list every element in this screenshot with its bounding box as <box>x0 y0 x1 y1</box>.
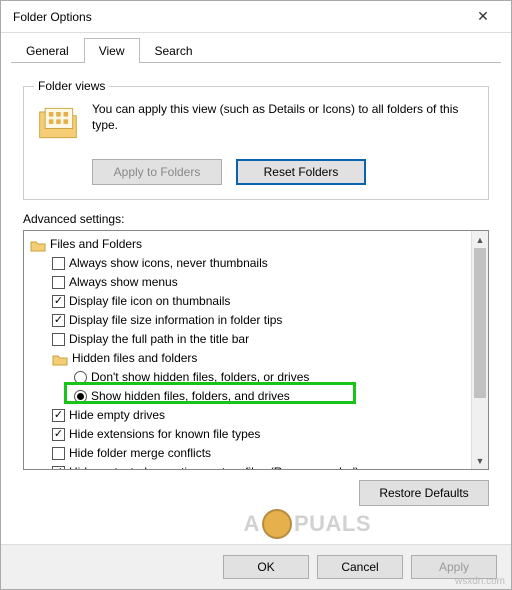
folder-views-legend: Folder views <box>34 79 109 93</box>
scroll-down-button[interactable]: ▼ <box>472 452 488 469</box>
restore-defaults-label: Restore Defaults <box>379 486 468 500</box>
tree-item[interactable]: ✓ Hide protected operating system files … <box>30 463 469 469</box>
tree-item[interactable]: Hide folder merge conflicts <box>30 444 469 463</box>
checkbox[interactable] <box>52 333 65 346</box>
apply-label: Apply <box>439 560 469 574</box>
tree-item-label: Display the full path in the title bar <box>69 330 249 349</box>
advanced-settings-tree[interactable]: Files and Folders Always show icons, nev… <box>24 231 471 469</box>
apply-to-folders-button: Apply to Folders <box>92 159 222 185</box>
checkbox[interactable] <box>52 257 65 270</box>
advanced-settings-box: Files and Folders Always show icons, nev… <box>23 230 489 470</box>
tree-item-label: Display file icon on thumbnails <box>69 292 230 311</box>
tree-root: Files and Folders <box>30 235 469 254</box>
tree-item[interactable]: ✓ Display file size information in folde… <box>30 311 469 330</box>
reset-folders-label: Reset Folders <box>264 165 339 179</box>
titlebar: Folder Options ✕ <box>1 1 511 33</box>
radio[interactable] <box>74 371 87 384</box>
tree-group-hidden: Hidden files and folders <box>30 349 469 368</box>
apply-to-folders-label: Apply to Folders <box>114 165 201 179</box>
close-icon: ✕ <box>477 8 489 25</box>
folder-icon <box>52 352 68 366</box>
folder-icon <box>30 238 46 252</box>
tab-content: Folder views You can apply this view (su… <box>1 63 511 516</box>
window-title: Folder Options <box>13 10 463 24</box>
tree-item[interactable]: Always show menus <box>30 273 469 292</box>
tree-item[interactable]: Display the full path in the title bar <box>30 330 469 349</box>
scroll-track[interactable] <box>472 248 488 452</box>
tree-item-label: Always show menus <box>69 273 178 292</box>
radio-option-show-hidden[interactable]: Show hidden files, folders, and drives <box>30 387 469 406</box>
folder-views-icon <box>34 99 82 147</box>
tab-search[interactable]: Search <box>140 38 208 63</box>
tree-item[interactable]: ✓ Display file icon on thumbnails <box>30 292 469 311</box>
tree-item[interactable]: Always show icons, never thumbnails <box>30 254 469 273</box>
folder-views-description: You can apply this view (such as Details… <box>92 99 478 147</box>
checkbox[interactable]: ✓ <box>52 466 65 469</box>
tree-item-label: Hide empty drives <box>69 406 165 425</box>
reset-folders-button[interactable]: Reset Folders <box>236 159 366 185</box>
tree-item-label: Hide extensions for known file types <box>69 425 260 444</box>
folder-options-dialog: Folder Options ✕ General View Search Fol… <box>0 0 512 590</box>
scroll-up-button[interactable]: ▲ <box>472 231 488 248</box>
cancel-button[interactable]: Cancel <box>317 555 403 579</box>
tree-item-label: Hide protected operating system files (R… <box>69 463 359 469</box>
tab-general-label: General <box>26 44 69 58</box>
tree-item[interactable]: ✓ Hide extensions for known file types <box>30 425 469 444</box>
radio-option-dont-show[interactable]: Don't show hidden files, folders, or dri… <box>30 368 469 387</box>
scrollbar[interactable]: ▲ ▼ <box>471 231 488 469</box>
tree-item-label: Always show icons, never thumbnails <box>69 254 268 273</box>
ok-button[interactable]: OK <box>223 555 309 579</box>
tree-item-label: Hide folder merge conflicts <box>69 444 211 463</box>
apply-button: Apply <box>411 555 497 579</box>
checkbox[interactable]: ✓ <box>52 428 65 441</box>
checkbox[interactable] <box>52 276 65 289</box>
radio-label: Show hidden files, folders, and drives <box>91 387 290 406</box>
checkbox[interactable] <box>52 447 65 460</box>
radio-label: Don't show hidden files, folders, or dri… <box>91 368 309 387</box>
tab-view[interactable]: View <box>84 38 140 63</box>
advanced-settings-label: Advanced settings: <box>23 212 489 226</box>
checkbox[interactable]: ✓ <box>52 314 65 327</box>
tab-general[interactable]: General <box>11 38 84 63</box>
tabstrip: General View Search <box>1 33 511 63</box>
tab-search-label: Search <box>155 44 193 58</box>
tab-view-label: View <box>99 44 125 58</box>
restore-defaults-button[interactable]: Restore Defaults <box>359 480 489 506</box>
checkbox[interactable]: ✓ <box>52 295 65 308</box>
tree-root-label: Files and Folders <box>50 235 142 254</box>
folder-views-group: Folder views You can apply this view (su… <box>23 79 489 200</box>
ok-label: OK <box>257 560 274 574</box>
cancel-label: Cancel <box>341 560 378 574</box>
tree-item-label: Display file size information in folder … <box>69 311 282 330</box>
radio[interactable] <box>74 390 87 403</box>
checkbox[interactable]: ✓ <box>52 409 65 422</box>
scroll-thumb[interactable] <box>474 248 486 398</box>
tree-group-label: Hidden files and folders <box>72 349 197 368</box>
close-button[interactable]: ✕ <box>463 3 503 31</box>
dialog-button-bar: OK Cancel Apply <box>1 544 511 589</box>
tree-item[interactable]: ✓ Hide empty drives <box>30 406 469 425</box>
